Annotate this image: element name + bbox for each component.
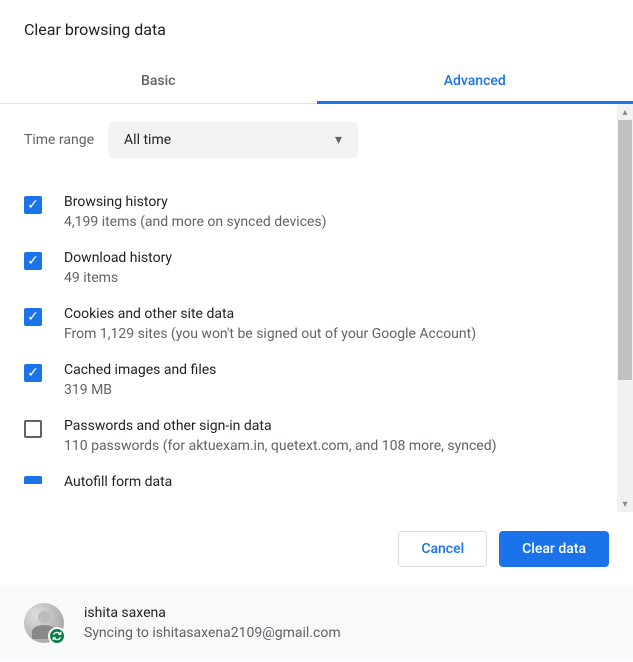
option-title: Cached images and files [64,362,609,378]
option-sub: From 1,129 sites (you won't be signed ou… [64,326,609,342]
tabs: Basic Advanced [0,59,633,104]
time-range-row: Time range All time ▾ [24,122,609,158]
time-range-dropdown[interactable]: All time ▾ [108,122,358,158]
clear-data-button[interactable]: Clear data [499,531,609,567]
account-row: ishita saxena Syncing to ishitasaxena210… [0,585,633,661]
account-text: ishita saxena Syncing to ishitasaxena210… [84,605,609,641]
option-title: Passwords and other sign-in data [64,418,609,434]
option-text: Autofill form data [64,474,609,488]
scrollbar[interactable]: ▴ ▾ [617,104,633,512]
checkmark-icon: ✓ [27,198,39,212]
option-text: Passwords and other sign-in data 110 pas… [64,418,609,454]
option-sub: 319 MB [64,382,609,398]
footer: Cancel Clear data [0,512,633,585]
checkbox-cookies[interactable]: ✓ [24,308,42,326]
option-title: Autofill form data [64,474,609,488]
time-range-value: All time [124,132,171,148]
option-title: Download history [64,250,609,266]
checkmark-icon: ✓ [27,310,39,324]
option-title: Cookies and other site data [64,306,609,322]
scroll-down-icon[interactable]: ▾ [617,496,633,512]
checkbox-passwords[interactable] [24,420,42,438]
option-download-history: ✓ Download history 49 items [24,240,609,296]
option-text: Browsing history 4,199 items (and more o… [64,194,609,230]
option-text: Download history 49 items [64,250,609,286]
option-autofill: Autofill form data [24,464,609,488]
option-title: Browsing history [64,194,609,210]
option-cached: ✓ Cached images and files 319 MB [24,352,609,408]
checkmark-icon: ✓ [27,254,39,268]
checkbox-download-history[interactable]: ✓ [24,252,42,270]
avatar [24,603,64,643]
option-passwords: Passwords and other sign-in data 110 pas… [24,408,609,464]
account-sync-status: Syncing to ishitasaxena2109@gmail.com [84,625,609,641]
option-text: Cached images and files 319 MB [64,362,609,398]
option-cookies: ✓ Cookies and other site data From 1,129… [24,296,609,352]
option-sub: 110 passwords (for aktuexam.in, quetext.… [64,438,609,454]
option-text: Cookies and other site data From 1,129 s… [64,306,609,342]
cancel-button[interactable]: Cancel [398,531,487,567]
option-browsing-history: ✓ Browsing history 4,199 items (and more… [24,184,609,240]
tab-advanced[interactable]: Advanced [317,59,633,103]
dialog-title: Clear browsing data [24,20,609,39]
checkbox-cached[interactable]: ✓ [24,364,42,382]
scroll-up-icon[interactable]: ▴ [617,104,633,120]
account-name: ishita saxena [84,605,609,621]
chevron-down-icon: ▾ [335,132,342,148]
checkmark-icon: ✓ [27,366,39,380]
option-sub: 4,199 items (and more on synced devices) [64,214,609,230]
content-area: Time range All time ▾ ✓ Browsing history… [0,104,633,512]
option-sub: 49 items [64,270,609,286]
checkbox-browsing-history[interactable]: ✓ [24,196,42,214]
checkbox-autofill[interactable] [24,476,42,484]
tab-basic[interactable]: Basic [0,59,317,103]
sync-icon [48,627,66,645]
time-range-label: Time range [24,132,94,148]
scrollbar-thumb[interactable] [618,120,632,380]
